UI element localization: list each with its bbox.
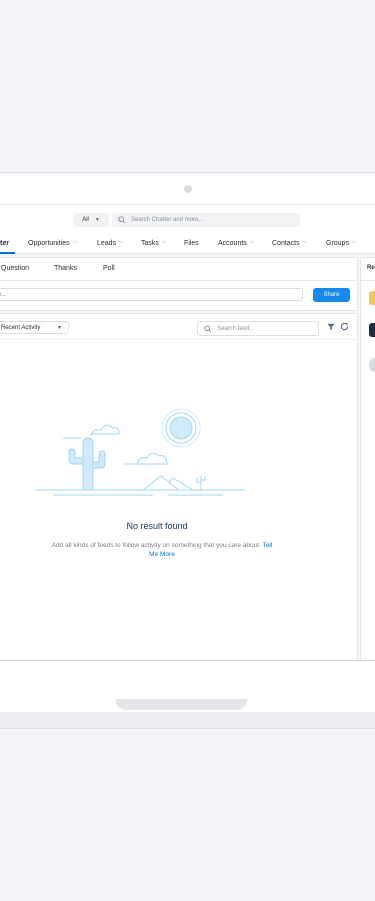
nav-item-chatter[interactable]: ter [0, 233, 15, 254]
global-search-placeholder: Search Chatter and more... [131, 217, 204, 223]
empty-state-title: No result found [126, 521, 188, 531]
empty-state-desert-illustration [35, 408, 245, 496]
filter-icon[interactable] [327, 323, 335, 331]
search-scope-dropdown[interactable]: All ▼ [73, 213, 109, 227]
global-search-input[interactable]: Search Chatter and more... [112, 213, 300, 227]
nav-item-tasks[interactable]: Tasks ⌵ [141, 233, 166, 253]
nav-item-label: Opportunities [28, 239, 70, 247]
empty-state-text: Add all kinds of feeds to follow activit… [51, 542, 261, 549]
feed-card: Recent Activity ▼ Search feed... No resu… [0, 313, 358, 660]
caret-down-icon: ▼ [57, 324, 62, 331]
feed-search-placeholder: Search feed... [217, 325, 255, 332]
nav-item-accounts[interactable]: Accounts ⌵ [218, 233, 254, 253]
nav-item-label: Leads [97, 239, 117, 247]
chevron-down-icon: ⌵ [249, 238, 255, 245]
laptop-base-lip [116, 699, 247, 710]
chevron-down-icon: ⌵ [119, 238, 124, 245]
camera-dot [184, 185, 192, 193]
search-icon [118, 216, 128, 224]
recommendation-thumbnail[interactable] [369, 358, 375, 372]
feed-search-input[interactable]: Search feed... [197, 321, 319, 336]
nav-item-label: Contacts [272, 239, 300, 247]
nav-item-label: Groups [326, 239, 349, 247]
chevron-down-icon: ⌵ [351, 238, 357, 245]
share-button[interactable]: Share [313, 288, 350, 302]
publisher-input[interactable]: e... [0, 288, 303, 301]
empty-state-description: Add all kinds of feeds to follow activit… [47, 541, 277, 559]
publisher-card: Question Thanks Poll e... Share [0, 257, 358, 311]
refresh-icon[interactable] [340, 322, 349, 331]
nav-item-label: ter [0, 239, 9, 247]
divider [361, 280, 375, 281]
search-icon [204, 324, 214, 333]
sidebar-header: Re [367, 265, 375, 271]
divider [0, 280, 357, 281]
recommendation-thumbnail[interactable] [369, 291, 375, 305]
search-scope-label: All [82, 217, 89, 223]
publisher-tab-question[interactable]: Question [1, 265, 29, 272]
nav-item-groups[interactable]: Groups ⌵ [326, 233, 357, 253]
publisher-tab-thanks[interactable]: Thanks [54, 265, 77, 272]
feed-sort-label: Recent Activity [1, 324, 41, 331]
app-screen: All ▼ Search Chatter and more... ter Opp… [0, 204, 375, 661]
caret-down-icon: ▼ [94, 217, 100, 223]
laptop-base [0, 712, 375, 728]
recommendation-thumbnail[interactable] [369, 323, 375, 337]
publisher-tab-poll[interactable]: Poll [103, 265, 115, 272]
nav-bar: ter Opportunities ⌵ Leads ⌵ Tasks ⌵ File… [0, 233, 375, 254]
top-bar: All ▼ Search Chatter and more... [0, 205, 375, 233]
right-sidebar: Re [360, 257, 375, 660]
nav-item-leads[interactable]: Leads ⌵ [97, 233, 124, 253]
nav-item-label: Accounts [218, 239, 247, 247]
feed-sort-dropdown[interactable]: Recent Activity ▼ [0, 321, 69, 334]
nav-item-label: Files [184, 239, 199, 247]
nav-item-label: Tasks [141, 239, 159, 247]
divider [0, 339, 357, 340]
chevron-down-icon: ⌵ [161, 238, 167, 245]
chevron-down-icon: ⌵ [72, 238, 78, 245]
nav-item-opportunities[interactable]: Opportunities ⌵ [28, 233, 77, 253]
active-tab-indicator [0, 252, 15, 254]
chevron-down-icon: ⌵ [302, 238, 308, 245]
nav-item-files[interactable]: Files [184, 233, 199, 253]
nav-item-contacts[interactable]: Contacts ⌵ [272, 233, 307, 253]
